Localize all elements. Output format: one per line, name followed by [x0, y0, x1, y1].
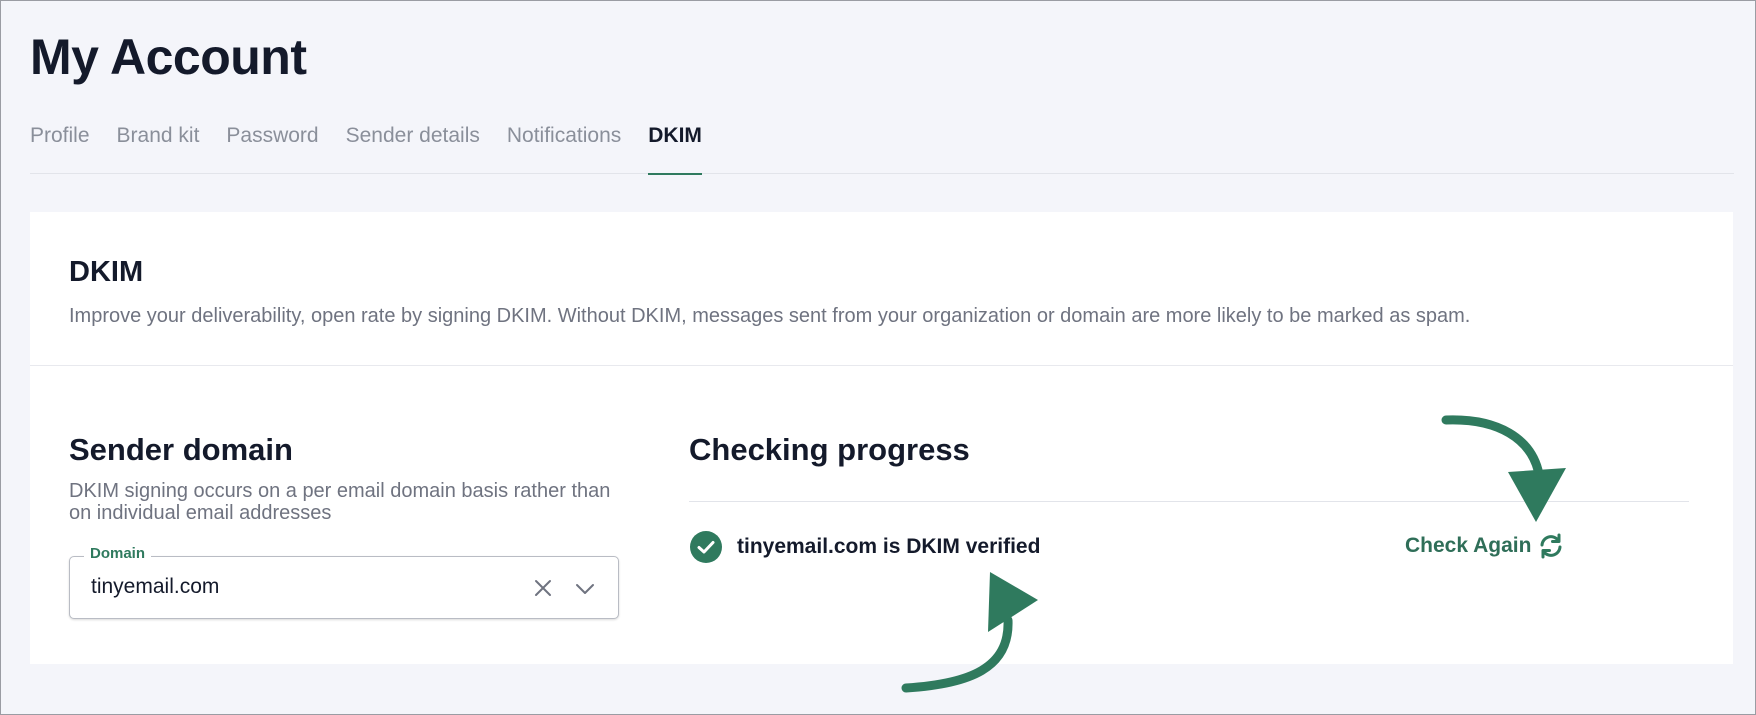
- check-again-label: Check Again: [1405, 534, 1532, 557]
- progress-divider: [689, 501, 1689, 502]
- tab-brand-kit[interactable]: Brand kit: [117, 118, 200, 174]
- tab-dkim[interactable]: DKIM: [648, 118, 702, 175]
- check-circle-icon: [689, 530, 723, 564]
- tab-profile[interactable]: Profile: [30, 118, 90, 174]
- domain-select[interactable]: Domain: [69, 545, 619, 619]
- tab-notifications[interactable]: Notifications: [507, 118, 621, 174]
- sender-domain-description: DKIM signing occurs on a per email domai…: [69, 480, 611, 524]
- card-description: Improve your deliverability, open rate b…: [69, 305, 1471, 327]
- card-header: DKIM Improve your deliverability, open r…: [30, 212, 1733, 366]
- account-tabs: Profile Brand kit Password Sender detail…: [30, 118, 1734, 175]
- checking-progress-title: Checking progress: [689, 432, 970, 467]
- verification-status: tinyemail.com is DKIM verified: [689, 530, 1040, 564]
- check-again-button[interactable]: Check Again: [1405, 532, 1565, 560]
- refresh-icon: [1537, 532, 1565, 560]
- dkim-card: DKIM Improve your deliverability, open r…: [30, 212, 1733, 664]
- domain-field-label: Domain: [84, 545, 152, 562]
- sender-domain-section: Sender domain DKIM signing occurs on a p…: [69, 432, 629, 619]
- page-title: My Account: [30, 29, 307, 85]
- sender-domain-title: Sender domain: [69, 432, 293, 467]
- status-text: tinyemail.com is DKIM verified: [737, 535, 1041, 558]
- domain-input[interactable]: [91, 575, 491, 599]
- tab-sender-details[interactable]: Sender details: [346, 118, 480, 174]
- tab-password[interactable]: Password: [226, 118, 318, 174]
- card-title: DKIM: [69, 256, 144, 288]
- close-icon[interactable]: [532, 577, 554, 599]
- chevron-down-icon[interactable]: [573, 579, 597, 599]
- checking-progress-section: Checking progress tinyemail.com is DKIM …: [689, 432, 1689, 563]
